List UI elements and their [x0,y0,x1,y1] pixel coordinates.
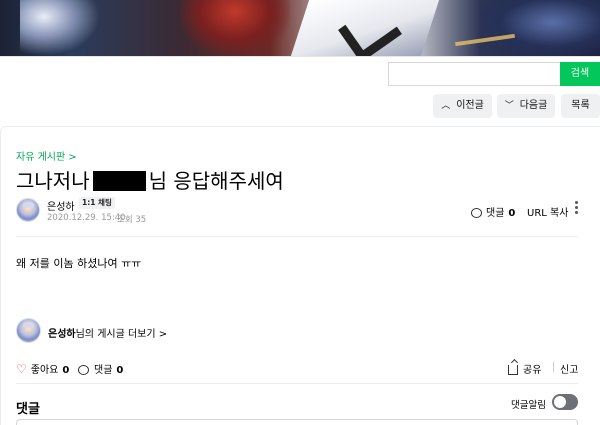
comment-notify-toggle[interactable] [552,394,578,410]
comment-bubble-icon [78,365,89,375]
board-chevron: > [68,152,77,163]
like-count: 0 [62,365,70,376]
title-text-start: 그나저나 [16,169,90,193]
heart-icon: ♡ [16,362,27,376]
post-date: 2020.12.29. 15:40 [47,213,126,223]
comment-input-box[interactable] [16,419,578,425]
redaction-box [92,171,146,191]
banner-divider [0,56,600,57]
comment-count-label: 댓글 [486,208,505,219]
comment-count: 0 [508,208,516,219]
comment-label: 댓글 [94,365,113,376]
comment-bubble-icon [471,208,482,218]
share-button[interactable]: 공유 [508,361,541,376]
report-button[interactable]: 신고 [560,361,578,376]
more-posts-author: 은성하 [48,329,76,340]
comments-title: 댓글 [16,402,40,417]
title-text-end: 님 응답해주세여 [148,169,284,193]
comment-count-link[interactable]: 댓글 0 [471,204,515,219]
board-name: 자유 게시판 [16,152,66,163]
like-button[interactable]: ♡ 좋아요 0 [16,361,69,376]
share-icon [508,365,518,375]
comment-count: 0 [116,365,124,376]
cafe-banner-image [0,0,600,56]
next-post-label: 다음글 [519,100,548,111]
author-avatar[interactable] [16,198,40,222]
actions-divider [16,383,578,384]
comment-notify-label: 댓글알림 [511,400,546,411]
page-title: 그나저나 님 응답해주세여 [16,167,284,195]
prev-post-button[interactable]: ︿ 이전글 [433,94,492,118]
search-input[interactable] [388,62,560,86]
action-separator [553,362,554,372]
view-count: 조회 35 [117,215,147,225]
more-posts-link[interactable]: 은성하님의 게시글 더보기 > [48,325,167,340]
post-body: 왜 저를 이놈 하셨나여 ㅠㅠ [16,257,142,270]
like-label: 좋아요 [30,365,59,376]
chevron-down-icon: ﹀ [504,101,514,111]
chat-badge[interactable]: 1:1 채팅 [79,197,115,209]
more-posts-suffix: 님의 게시글 더보기 > [75,329,168,340]
share-label: 공유 [523,365,542,376]
next-post-button[interactable]: ﹀ 다음글 [497,94,555,118]
list-button[interactable]: 목록 [561,94,600,118]
more-posts-avatar[interactable] [16,318,41,343]
chevron-up-icon: ︿ [441,101,451,111]
url-copy-button[interactable]: URL 복사 [527,204,568,219]
author-name[interactable]: 은성하 [47,198,75,213]
comment-button[interactable]: 댓글 0 [78,361,123,376]
board-link[interactable]: 자유 게시판 > [16,148,77,163]
prev-post-label: 이전글 [456,100,484,111]
header-divider [16,236,578,237]
search-button[interactable]: 검색 [560,62,600,86]
more-vertical-icon[interactable] [572,200,580,216]
